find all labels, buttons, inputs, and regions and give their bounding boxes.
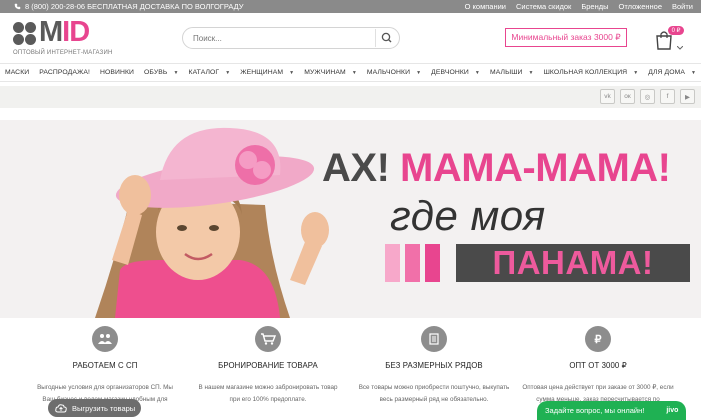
feature-sp: РАБОТАЕМ С СП Выгодные условия для орган… <box>20 326 190 406</box>
link-wishlist[interactable]: Отложенное <box>619 2 662 11</box>
feature-booking: БРОНИРОВАНИЕ ТОВАРА В нашем магазине мож… <box>183 326 353 406</box>
feature-text: В нашем магазине можно забронировать тов… <box>198 384 338 403</box>
link-about[interactable]: О компании <box>465 2 506 11</box>
caret-icon: ▼ <box>289 69 295 76</box>
search-box <box>182 27 400 49</box>
nav-item-sale[interactable]: РАСПРОДАЖА! <box>34 69 95 76</box>
nav-item-women[interactable]: ЖЕНЩИНАМ ▼ <box>235 69 299 76</box>
main-nav: МАСКИ РАСПРОДАЖА! НОВИНКИ ОБУВЬ ▼ КАТАЛОГ… <box>0 63 701 82</box>
chat-label: Задайте вопрос, мы онлайн! <box>545 406 645 415</box>
logo[interactable]: MID ОПТОВЫЙ ИНТЕРНЕТ-МАГАЗИН <box>13 16 113 59</box>
search-input[interactable] <box>193 31 373 45</box>
nav-item-home[interactable]: ДЛЯ ДОМА ▼ <box>643 69 701 76</box>
people-icon <box>92 326 118 352</box>
jivo-logo: jivo <box>666 407 679 414</box>
cart-icon <box>255 326 281 352</box>
top-bar: 8 (800) 200-28-06 БЕСПЛАТНАЯ ДОСТАВКА ПО… <box>0 0 701 13</box>
link-discounts[interactable]: Система скидок <box>516 2 571 11</box>
caret-icon: ▼ <box>225 69 231 76</box>
ok-icon[interactable]: ок <box>620 89 635 104</box>
caret-icon: ▼ <box>528 69 534 76</box>
phone-info[interactable]: 8 (800) 200-28-06 БЕСПЛАТНАЯ ДОСТАВКА ПО… <box>14 2 244 11</box>
chevron-down-icon <box>677 46 683 50</box>
caret-icon: ▼ <box>691 69 697 76</box>
min-order-badge[interactable]: Минимальный заказ 3000 ₽ <box>505 28 627 47</box>
feature-wholesale: ₽ ОПТ ОТ 3000 ₽ Оптовая цена действует п… <box>513 326 683 406</box>
caret-icon: ▼ <box>416 69 422 76</box>
list-icon <box>421 326 447 352</box>
feature-no-size-rows: БЕЗ РАЗМЕРНЫХ РЯДОВ Все товары можно при… <box>349 326 519 406</box>
upload-products-button[interactable]: Выгрузить товары <box>48 399 141 417</box>
feature-title: БЕЗ РАЗМЕРНЫХ РЯДОВ <box>385 361 483 370</box>
youtube-icon[interactable]: ▶ <box>680 89 695 104</box>
nav-item-girls[interactable]: ДЕВЧОНКИ ▼ <box>426 69 485 76</box>
logo-subtitle: ОПТОВЫЙ ИНТЕРНЕТ-МАГАЗИН <box>13 50 113 56</box>
nav-item-new[interactable]: НОВИНКИ <box>95 69 139 76</box>
cart-badge: 0 ₽ <box>668 26 684 35</box>
header: MID ОПТОВЫЙ ИНТЕРНЕТ-МАГАЗИН Минимальный… <box>0 13 701 61</box>
chat-widget[interactable]: Задайте вопрос, мы онлайн! jivo <box>537 401 686 420</box>
top-links: О компании Система скидок Бренды Отложен… <box>465 2 693 11</box>
caret-icon: ▼ <box>173 69 179 76</box>
cart-button[interactable]: 0 ₽ <box>654 26 688 52</box>
girl-in-panama-image <box>0 120 330 318</box>
banner-stripes-decoration <box>385 244 455 282</box>
cloud-upload-icon <box>55 403 67 412</box>
caret-icon: ▼ <box>474 69 480 76</box>
feature-title: БРОНИРОВАНИЕ ТОВАРА <box>218 361 318 370</box>
banner-panama-text: ПАНАМА! <box>456 244 690 282</box>
logo-word: MID <box>39 16 90 48</box>
promo-banner[interactable]: АХ! МАМА-МАМА! где моя ПАНАМА! <box>0 120 701 318</box>
upload-label: Выгрузить товары <box>72 403 136 413</box>
search-button[interactable] <box>375 29 397 47</box>
caret-icon: ▼ <box>351 69 357 76</box>
nav-item-catalog[interactable]: КАТАЛОГ ▼ <box>184 69 236 76</box>
banner-subline: где моя <box>390 192 546 239</box>
instagram-icon[interactable]: ◎ <box>640 89 655 104</box>
logo-mark-icon <box>13 22 37 46</box>
feature-title: РАБОТАЕМ С СП <box>72 361 138 370</box>
banner-headline: АХ! МАМА-МАМА! <box>322 146 671 190</box>
nav-item-shoes[interactable]: ОБУВЬ ▼ <box>139 69 183 76</box>
link-brands[interactable]: Бренды <box>581 2 608 11</box>
phone-icon <box>14 3 21 10</box>
caret-icon: ▼ <box>633 69 639 76</box>
social-strip: vk ок ◎ f ▶ <box>0 86 701 108</box>
phone-text: 8 (800) 200-28-06 БЕСПЛАТНАЯ ДОСТАВКА ПО… <box>25 2 244 11</box>
nav-item-masks[interactable]: МАСКИ <box>0 69 34 76</box>
ruble-icon: ₽ <box>585 326 611 352</box>
nav-item-men[interactable]: МУЖЧИНАМ ▼ <box>299 69 362 76</box>
facebook-icon[interactable]: f <box>660 89 675 104</box>
link-login[interactable]: Войти <box>672 2 693 11</box>
nav-item-babies[interactable]: МАЛЫШИ ▼ <box>485 69 539 76</box>
nav-item-school[interactable]: ШКОЛЬНАЯ КОЛЛЕКЦИЯ ▼ <box>539 69 644 76</box>
vk-icon[interactable]: vk <box>600 89 615 104</box>
nav-item-boys[interactable]: МАЛЬЧОНКИ ▼ <box>362 69 426 76</box>
feature-text: Все товары можно приобрести поштучно, вы… <box>358 384 510 403</box>
search-icon <box>381 32 392 43</box>
feature-title: ОПТ ОТ 3000 ₽ <box>569 361 627 370</box>
